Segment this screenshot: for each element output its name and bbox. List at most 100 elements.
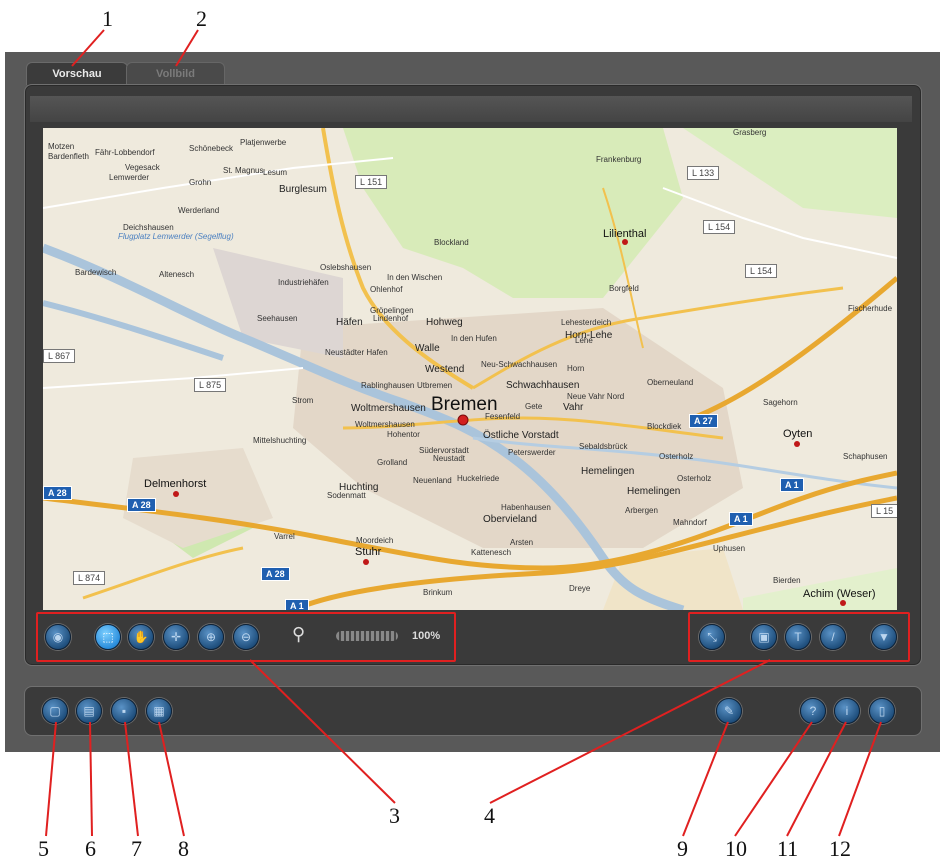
map-label-osterholz: Osterholz [659,452,694,461]
map-label-werderland: Werderland [178,206,220,215]
map-label-neue-vahr-nord: Neue Vahr Nord [567,392,625,401]
map-label-lesum: Lesum [263,168,288,177]
map-label-mittelshuchting: Mittelshuchting [253,436,307,445]
select-area-button[interactable]: ⬚ [95,624,121,650]
map-label-borgfeld: Borgfeld [609,284,639,293]
home-view-button[interactable]: ◉ [45,624,71,650]
folder-icon: ▤ [83,704,95,718]
zoom-level-label: 100% [412,630,441,642]
map-label-fischerhude: Fischerhude [848,304,893,313]
map-label-woltmershausen-2: Woltmershausen [355,420,415,429]
map-label-habenhausen: Habenhausen [501,503,551,512]
panel-header-bar [30,96,912,122]
road-shield-l154-a: L 154 [703,220,736,234]
map-label-huckelriede: Huckelriede [457,474,500,483]
callout-6: 6 [85,836,96,861]
map-label-schoenebeck: Schönebeck [189,144,234,153]
center-button[interactable]: ✛ [163,624,189,650]
map-label-frankenburg: Frankenburg [596,155,642,164]
map-label-altenesch: Altenesch [159,270,195,279]
text-tool-button[interactable]: T [785,624,811,650]
map-label-moordeich: Moordeich [356,536,394,545]
callout-12: 12 [829,836,851,861]
info-icon: i [845,704,849,718]
road-shield-l875: L 875 [194,378,227,392]
open-button[interactable]: ▤ [76,698,102,724]
map-label-hohweg: Hohweg [426,317,463,328]
select-area-icon: ⬚ [102,630,114,644]
map-label-platjenwerbe: Platjenwerbe [240,138,287,147]
resize-icon: ⤡ [707,629,717,644]
resize-frame-button[interactable]: ⤡ [699,624,725,650]
road-shield-l867: L 867 [43,349,76,363]
callout-10: 10 [725,836,747,861]
tab-vorschau[interactable]: Vorschau [26,62,128,85]
tab-label: Vorschau [52,68,102,80]
map-label-sodenmatt: Sodenmatt [327,491,366,500]
map-label-sagehorn: Sagehorn [763,398,798,407]
map-label-grolland: Grolland [377,458,408,467]
save-icon: ▪ [121,704,127,718]
map-label-industriehaefen: Industriehäfen [278,278,329,287]
map-view[interactable]: Bremen Delmenhorst Lilienthal Oyten Achi… [43,128,897,610]
pen-tool-button[interactable]: / [820,624,846,650]
crosshair-icon: ✛ [170,630,182,644]
map-label-neustaedter-hafen: Neustädter Hafen [325,348,388,357]
map-label-ohlenhof: Ohlenhof [370,285,403,294]
map-label-hemelingen: Hemelingen [581,466,635,477]
map-label-horn: Horn [567,364,585,373]
map-label-gete: Gete [525,402,543,411]
callout-3: 3 [389,803,400,828]
map-label-flugplatz: Flugplatz Lemwerder (Segelflug) [118,232,234,241]
save-button[interactable]: ▪ [111,698,137,724]
map-label-in-den-wischen: In den Wischen [387,273,443,282]
map-label-vahr: Vahr [563,402,584,413]
map-label-varrel: Varrel [274,532,295,541]
exit-button[interactable]: ▯ [869,698,895,724]
new-document-icon: ▢ [49,704,61,718]
map-label-obervieland: Obervieland [483,514,537,525]
save-as-icon: ▦ [153,704,165,718]
map-label-bierden: Bierden [773,576,801,585]
map-graphics [43,128,897,610]
map-label-walle: Walle [415,343,440,354]
map-label-strom: Strom [292,396,314,405]
autobahn-shield-a28-a: A 28 [43,486,72,500]
tab-vollbild[interactable]: Vollbild [126,62,225,85]
pan-button[interactable]: ✋ [128,624,154,650]
callout-8: 8 [178,836,189,861]
autobahn-shield-a28-b: A 28 [127,498,156,512]
road-shield-l15: L 15 [871,504,897,518]
map-label-peterswerder: Peterswerder [508,448,556,457]
map-label-grasberg: Grasberg [733,128,767,137]
trash-icon: ▼ [878,630,890,644]
map-label-oberneuland: Oberneuland [647,378,694,387]
map-label-blockdiek: Blockdiek [647,422,682,431]
autobahn-shield-a28-c: A 28 [261,567,290,581]
map-label-vegesack: Vegesack [125,163,160,172]
help-button[interactable]: ? [800,698,826,724]
map-label-oestliche-vorstadt: Östliche Vorstadt [483,430,559,441]
map-label-faehr-lobbendorf: Fähr-Lobbendorf [95,148,155,157]
zoom-out-button[interactable]: ⊖ [233,624,259,650]
exit-door-icon: ▯ [878,704,886,718]
zoom-in-button[interactable]: ⊕ [198,624,224,650]
callout-1: 1 [102,6,113,31]
road-shield-l874: L 874 [73,571,106,585]
new-button[interactable]: ▢ [42,698,68,724]
map-label-neuenland: Neuenland [413,476,452,485]
map-label-westend: Westend [425,364,465,375]
map-label-uphusen: Uphusen [713,544,746,553]
map-label-brinkum: Brinkum [423,588,453,597]
map-label-arsten: Arsten [510,538,534,547]
zoom-slider[interactable] [336,631,398,641]
delete-button[interactable]: ▼ [871,624,897,650]
save-as-button[interactable]: ▦ [146,698,172,724]
settings-button[interactable]: ✎ [716,698,742,724]
image-button[interactable]: ▣ [751,624,777,650]
road-shield-l133: L 133 [687,166,720,180]
tab-label: Vollbild [156,68,195,80]
map-label-fesenfeld: Fesenfeld [485,412,521,421]
callout-4: 4 [484,803,495,828]
info-button[interactable]: i [834,698,860,724]
